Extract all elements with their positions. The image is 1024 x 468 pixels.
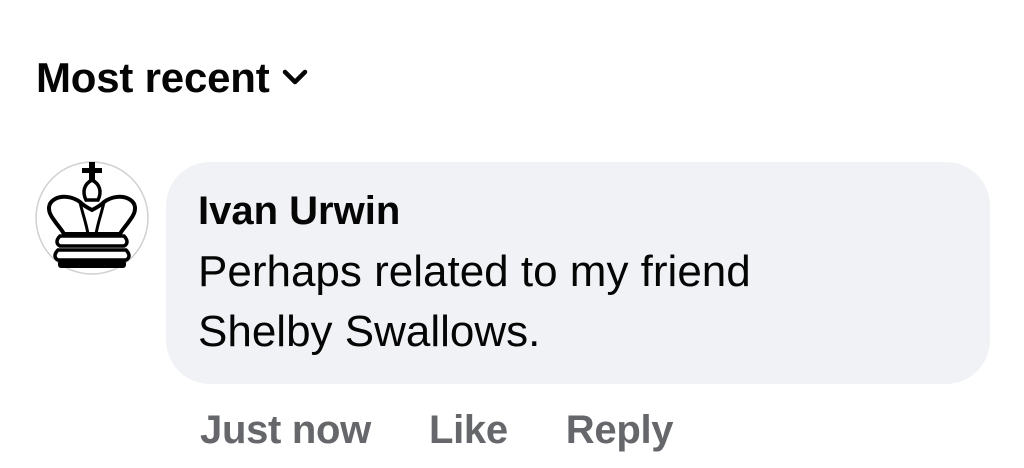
comment-actions: Just now Like Reply	[200, 400, 674, 460]
comment-text: Perhaps related to my friend Shelby Swal…	[198, 247, 751, 356]
comment-author-name[interactable]: Ivan Urwin	[198, 188, 958, 234]
comment-timestamp[interactable]: Just now	[200, 400, 371, 460]
comment-bubble: Ivan Urwin Perhaps related to my friend …	[166, 162, 990, 384]
sort-dropdown[interactable]: Most recent	[36, 50, 310, 106]
like-button[interactable]: Like	[429, 400, 508, 460]
sort-label: Most recent	[36, 54, 270, 101]
reply-button[interactable]: Reply	[566, 400, 674, 460]
avatar[interactable]	[34, 160, 150, 276]
crown-avatar-icon	[35, 161, 149, 275]
chevron-down-icon	[280, 63, 310, 93]
